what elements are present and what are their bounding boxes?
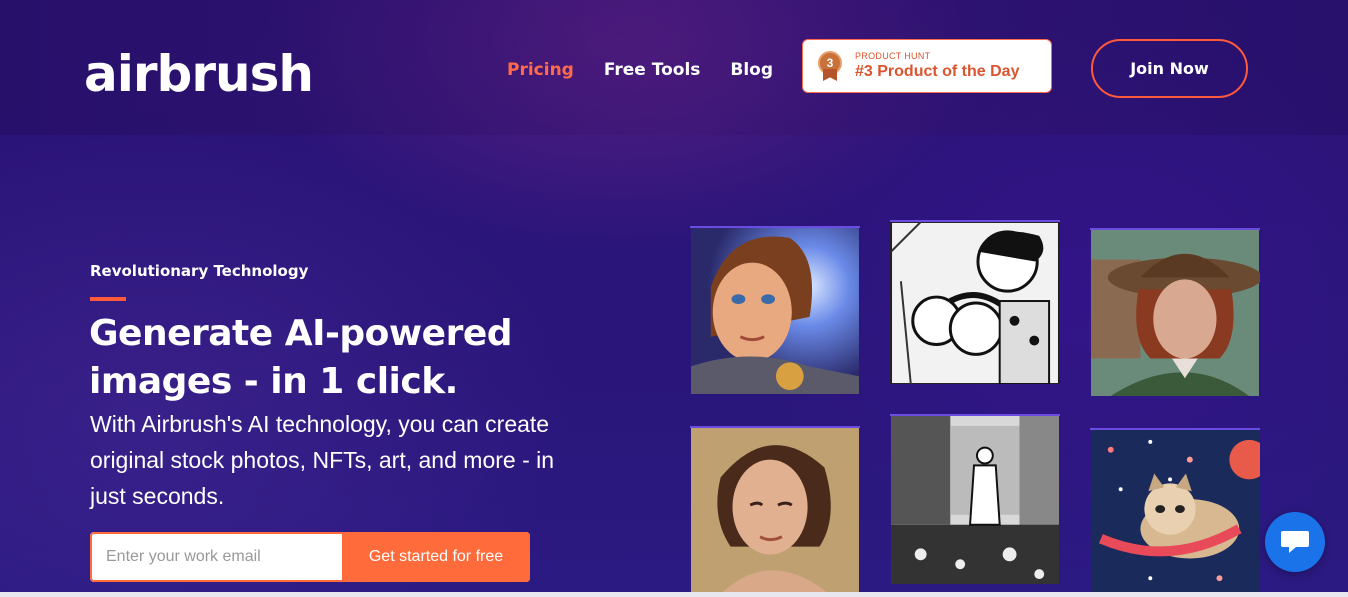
main-nav: Pricing Free Tools Blog (507, 60, 773, 80)
gallery-image-woman-hat[interactable] (1090, 228, 1260, 396)
signup-form: Get started for free (90, 532, 530, 582)
eyebrow-divider (90, 297, 126, 301)
gallery-image-cartoon-woman[interactable] (690, 226, 860, 394)
product-hunt-badge[interactable]: 3 PRODUCT HUNT #3 Product of the Day (802, 39, 1052, 93)
woman-hat-illustration (1091, 230, 1260, 396)
gallery-image-woman-portrait[interactable] (690, 426, 860, 594)
product-hunt-title: #3 Product of the Day (855, 63, 1020, 80)
product-hunt-label: PRODUCT HUNT (855, 51, 931, 61)
gallery-image-cat-space[interactable] (1090, 428, 1260, 596)
brand-logo[interactable]: airbrush (84, 44, 314, 104)
cat-space-illustration (1091, 430, 1260, 596)
gallery-image-manga-group[interactable] (890, 220, 1060, 384)
get-started-button[interactable]: Get started for free (342, 532, 530, 582)
join-now-button[interactable]: Join Now (1091, 39, 1248, 98)
hero-headline: Generate AI-powered images - in 1 click. (89, 313, 513, 402)
bottom-strip (0, 592, 1348, 597)
email-input[interactable] (90, 532, 342, 582)
gallery-image-manga-room[interactable] (890, 414, 1060, 584)
chat-button[interactable] (1265, 512, 1325, 572)
nav-link-free-tools[interactable]: Free Tools (604, 60, 701, 80)
hero-eyebrow: Revolutionary Technology (90, 262, 309, 280)
hero-subtext: With Airbrush's AI technology, you can c… (90, 411, 555, 509)
manga-room-illustration (891, 416, 1059, 584)
woman-portrait-illustration (691, 428, 859, 594)
nav-link-blog[interactable]: Blog (730, 60, 773, 80)
medal-icon: 3 (817, 51, 843, 81)
nav-link-pricing[interactable]: Pricing (507, 60, 574, 80)
manga-group-illustration (890, 222, 1060, 384)
cartoon-woman-illustration (691, 228, 859, 394)
chat-icon (1281, 531, 1309, 553)
